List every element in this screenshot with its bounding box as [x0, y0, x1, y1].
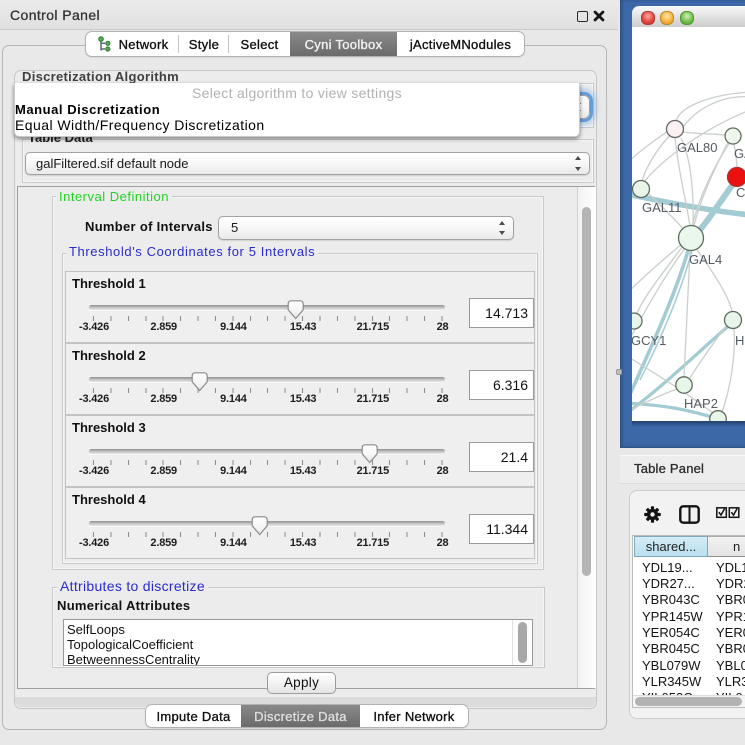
svg-text:GA: GA: [734, 146, 745, 161]
svg-text:HAP2: HAP2: [684, 396, 718, 411]
svg-text:H: H: [735, 333, 744, 348]
svg-text:GCY1: GCY1: [632, 333, 666, 348]
svg-text:GAL80: GAL80: [677, 140, 717, 155]
svg-text:GAL4: GAL4: [689, 252, 722, 267]
svg-text:GAL11: GAL11: [642, 200, 682, 215]
svg-text:C: C: [736, 185, 745, 200]
